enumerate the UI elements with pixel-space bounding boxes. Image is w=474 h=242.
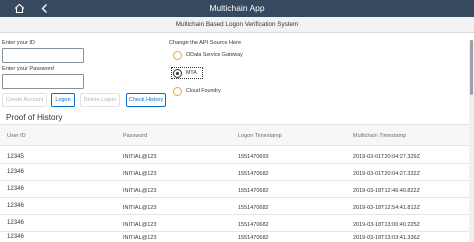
page-title: Multichain Based Logon Verification Syst…	[0, 17, 474, 33]
radio-label-cloud-foundry: Cloud Foundry	[186, 88, 221, 94]
column-header-multichain-timestamp[interactable]: Multichain Timestamp	[353, 133, 406, 139]
column-header-user-id[interactable]: User ID	[7, 133, 26, 139]
radio-button-selected-icon[interactable]	[173, 69, 182, 78]
radio-label-odata: OData Service Gateway	[186, 52, 243, 58]
table-header: User ID Password Logon Timestamp Multich…	[0, 124, 470, 146]
cell-logon-timestamp: 1551470682	[238, 188, 269, 194]
radio-button-icon[interactable]	[173, 87, 182, 96]
cell-logon-timestamp: 1551470693	[238, 154, 269, 160]
cell-multichain-timestamp: 2019-03-01T20:04:27.332Z	[353, 171, 420, 177]
table-row[interactable]: 12346 INITIAL@123 1551470682 2019-03-18T…	[0, 233, 470, 242]
cell-multichain-timestamp: 2019-03-01T20:04:27.329Z	[353, 154, 420, 160]
table-row[interactable]: 12345 INITIAL@123 1551470693 2019-03-01T…	[0, 148, 470, 164]
cell-user-id: 12346	[7, 168, 24, 175]
cell-logon-timestamp: 1551470682	[238, 235, 269, 241]
cell-user-id: 12346	[7, 185, 24, 192]
cell-logon-timestamp: 1551470682	[238, 222, 269, 228]
vertical-scrollbar[interactable]	[469, 40, 474, 242]
cell-logon-timestamp: 1551470682	[238, 205, 269, 211]
create-account-button[interactable]: Create Account	[2, 93, 47, 107]
column-header-logon-timestamp[interactable]: Logon Timestamp	[238, 133, 282, 139]
cell-password: INITIAL@123	[123, 154, 157, 160]
cell-password: INITIAL@123	[123, 171, 157, 177]
logon-button[interactable]: Logon	[51, 93, 75, 107]
radio-dot	[176, 72, 179, 75]
cell-password: INITIAL@123	[123, 188, 157, 194]
cell-multichain-timestamp: 2019-03-18T13:03:41.336Z	[353, 235, 420, 241]
cell-multichain-timestamp: 2019-03-18T12:54:41.812Z	[353, 205, 420, 211]
table-row[interactable]: 12346 INITIAL@123 1551470682 2019-03-18T…	[0, 216, 470, 232]
password-label: Enter your Password	[2, 66, 54, 72]
cell-logon-timestamp: 1551470682	[238, 171, 269, 177]
cell-user-id: 12345	[7, 153, 24, 160]
cell-password: INITIAL@123	[123, 205, 157, 211]
table-row[interactable]: 12346 INITIAL@123 1551470682 2019-03-18T…	[0, 182, 470, 198]
cell-user-id: 12346	[7, 219, 24, 226]
cell-user-id: 12346	[7, 202, 24, 209]
scrollbar-thumb[interactable]	[470, 40, 473, 95]
radio-button-icon[interactable]	[173, 51, 182, 60]
table-row[interactable]: 12346 INITIAL@123 1551470682 2019-03-18T…	[0, 199, 470, 215]
table-row[interactable]: 12346 INITIAL@123 1551470682 2019-03-01T…	[0, 165, 470, 181]
radio-label-mta: MTA	[186, 70, 197, 76]
cell-multichain-timestamp: 2019-03-18T13:00:40.225Z	[353, 222, 420, 228]
id-label: Enter your ID	[2, 40, 35, 46]
cell-user-id: 12346	[7, 233, 24, 240]
column-header-password[interactable]: Password	[123, 133, 147, 139]
history-title: Proof of History	[6, 113, 63, 122]
cell-password: INITIAL@123	[123, 235, 157, 241]
id-input[interactable]	[2, 48, 84, 63]
api-source-label: Change the API Source Here	[169, 40, 242, 46]
password-input[interactable]	[2, 74, 84, 89]
cell-password: INITIAL@123	[123, 222, 157, 228]
check-history-button[interactable]: Check History	[126, 93, 166, 107]
delete-logon-button[interactable]: Delete Logon	[80, 93, 120, 107]
shell-bar: Multichain App	[0, 0, 474, 17]
cell-multichain-timestamp: 2019-03-18T12:46:40.822Z	[353, 188, 420, 194]
app-title: Multichain App	[209, 3, 265, 13]
